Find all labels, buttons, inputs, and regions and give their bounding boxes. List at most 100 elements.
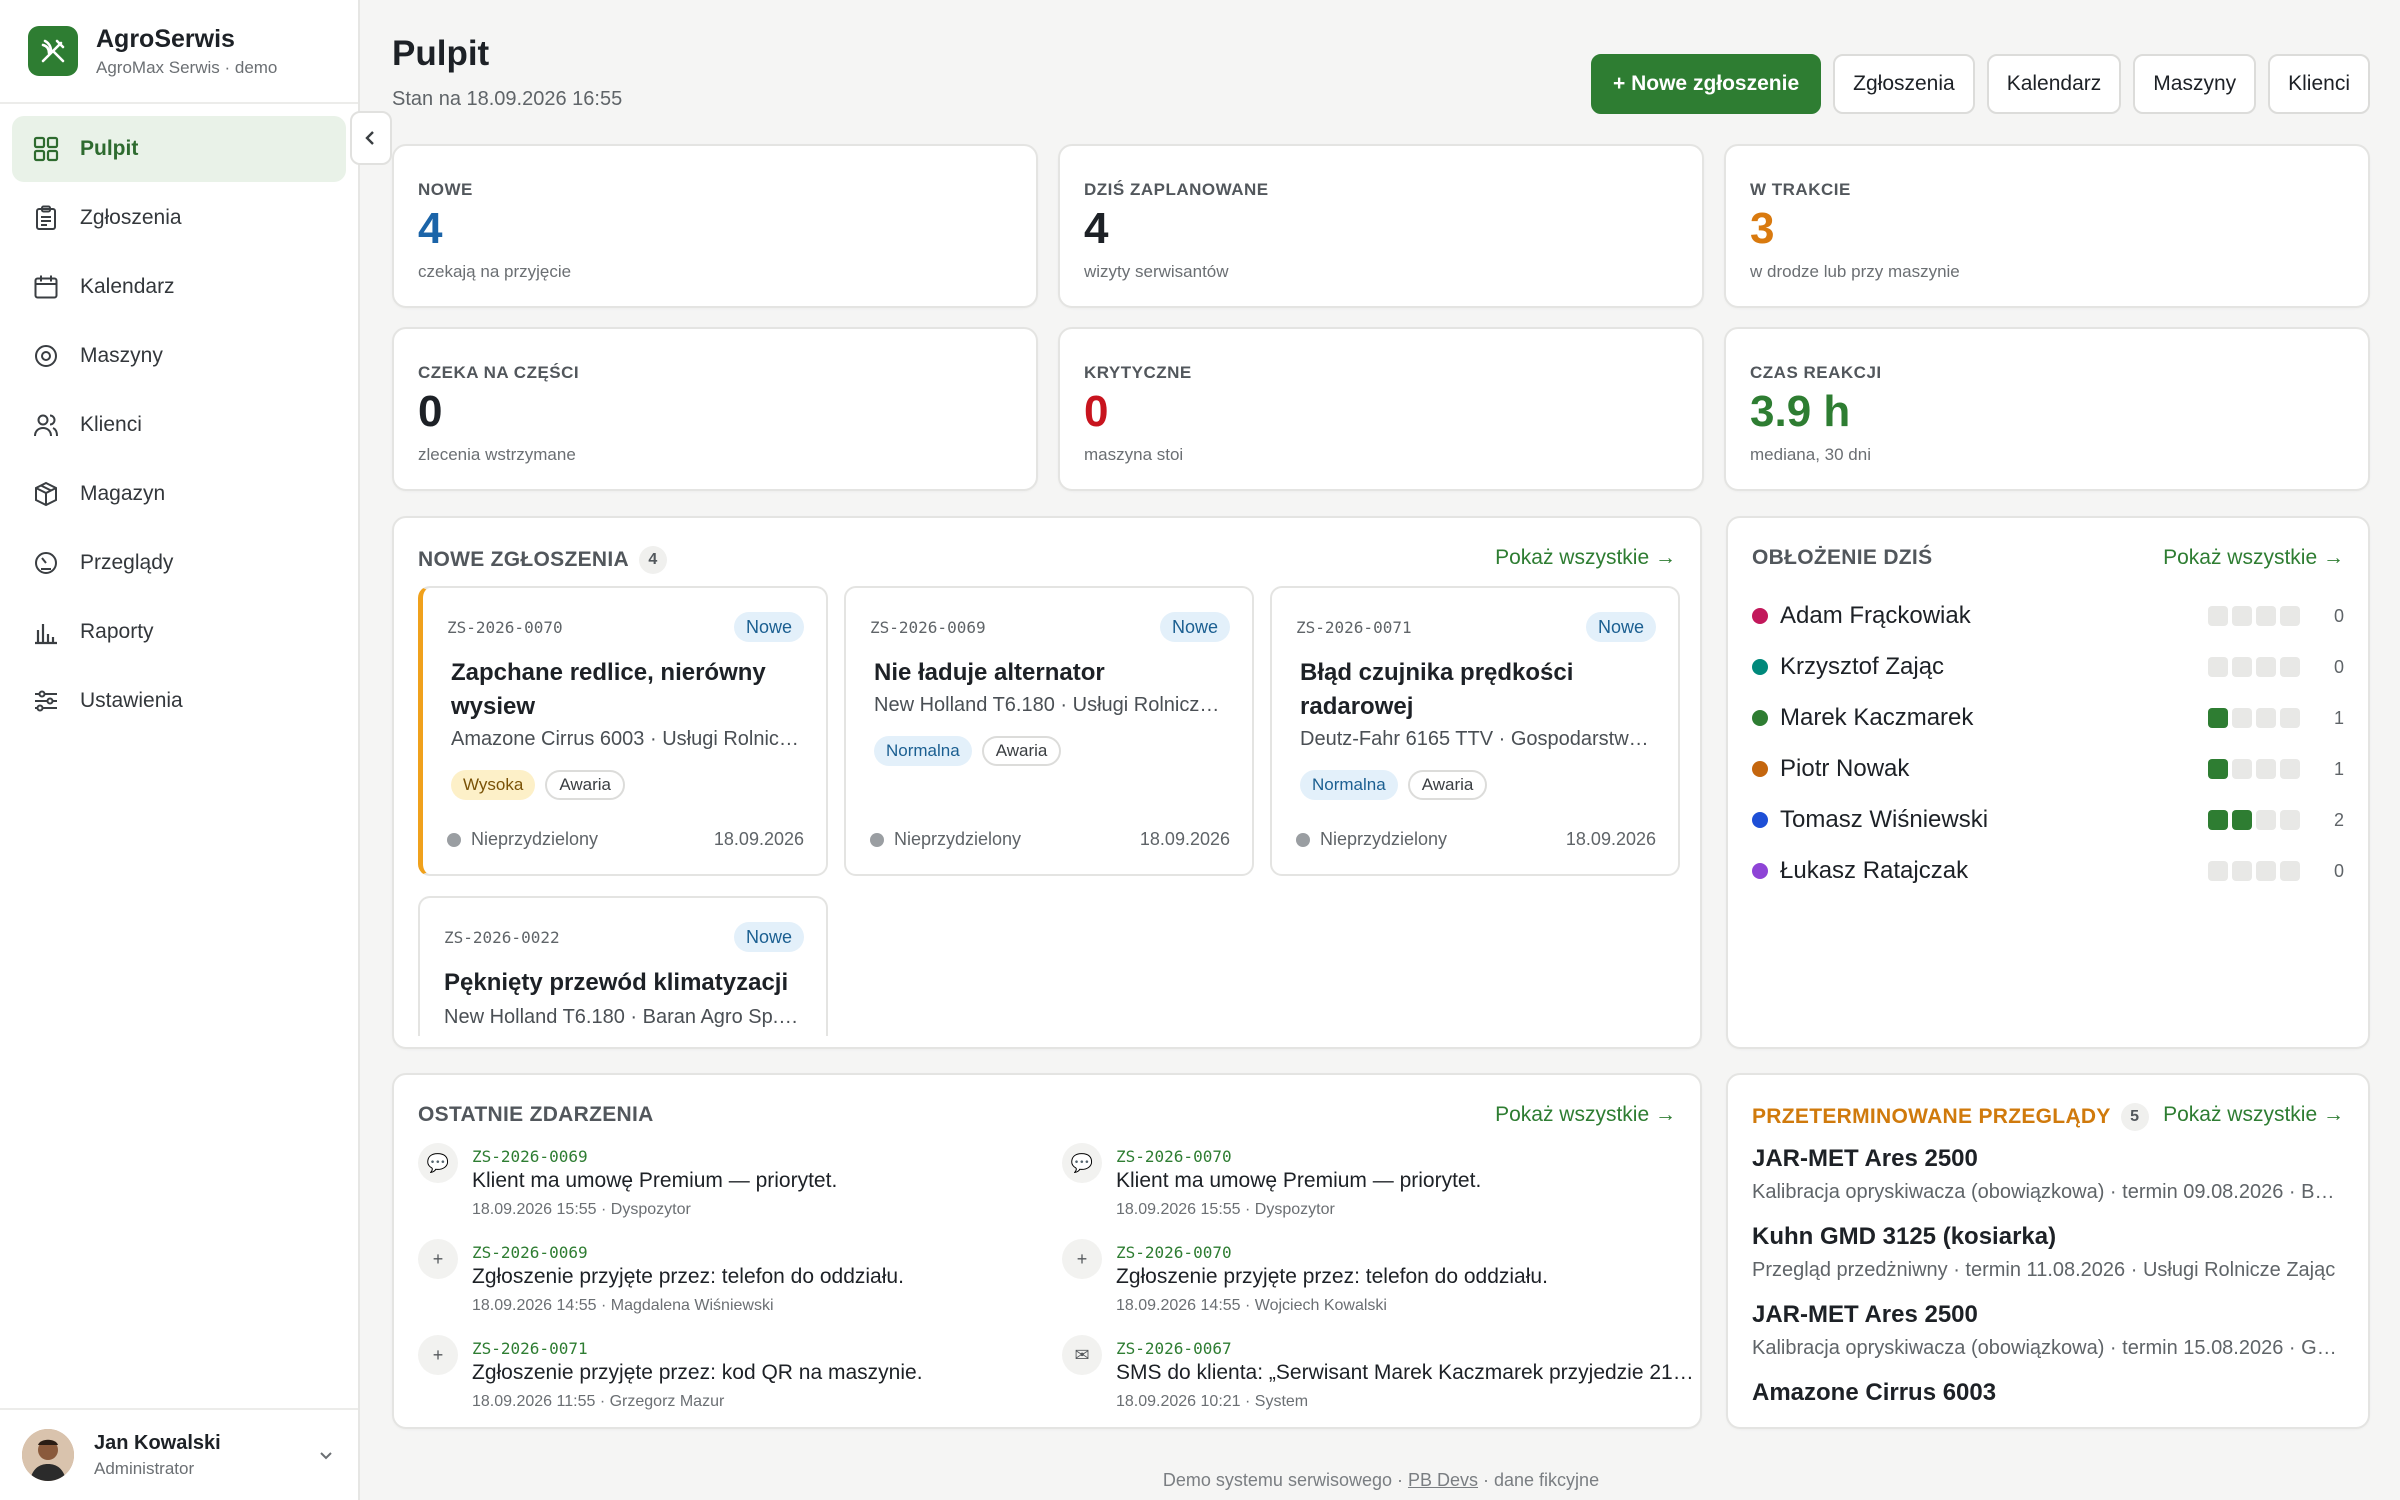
user-menu[interactable]: Jan Kowalski Administrator <box>0 1408 358 1500</box>
footer-suffix: · dane fikcyjne <box>1478 1470 1600 1490</box>
nav-item-maszyny[interactable]: Maszyny <box>12 323 346 389</box>
ticket-date: 18.09.2026 <box>1139 829 1230 849</box>
workload-slot <box>2208 759 2228 779</box>
show-all-link[interactable]: Pokaż wszystkie → <box>2163 1103 2344 1127</box>
stat-card-in-progress[interactable]: W TRAKCIE 3 w drodze lub przy maszynie <box>1724 144 2370 308</box>
header-actions: + Nowe zgłoszenie Zgłoszenia Kalendarz M… <box>1591 54 2370 114</box>
ticket-code: ZS-2026-0070 <box>447 618 563 637</box>
ticket-card[interactable]: ZS-2026-0070 Nowe Zapchane redlice, nier… <box>418 586 828 876</box>
stat-card-response-time[interactable]: CZAS REAKCJI 3.9 h mediana, 30 dni <box>1724 327 2370 491</box>
stat-card-today[interactable]: DZIŚ ZAPLANOWANE 4 wizyty serwisantów <box>1058 144 1704 308</box>
type-tag: Awaria <box>545 770 625 800</box>
nav-item-kalendarz[interactable]: Kalendarz <box>12 254 346 320</box>
nav-item-klienci[interactable]: Klienci <box>12 392 346 458</box>
stat-card-waiting-parts[interactable]: CZEKA NA CZĘŚCI 0 zlecenia wstrzymane <box>392 327 1038 491</box>
brand[interactable]: AgroSerwis AgroMax Serwis · demo <box>0 0 358 104</box>
section-title-text: NOWE ZGŁOSZENIA <box>418 548 629 571</box>
envelope-icon: ✉ <box>1062 1335 1102 1375</box>
ticket-card[interactable]: ZS-2026-0069 Nowe Nie ładuje alternator … <box>844 586 1254 876</box>
ticket-date: 18.09.2026 <box>713 829 804 849</box>
technician-count: 1 <box>2333 758 2344 779</box>
overdue-item[interactable]: JAR-MET Ares 2500 Kalibracja opryskiwacz… <box>1752 1145 2344 1204</box>
technician-row[interactable]: Krzysztof Zając 0 <box>1752 647 2344 687</box>
event-ticket-code[interactable]: ZS-2026-0069 <box>472 1243 588 1262</box>
technician-color-dot-icon <box>1752 710 1768 726</box>
chevron-down-icon[interactable] <box>316 1445 336 1465</box>
event-ticket-code[interactable]: ZS-2026-0069 <box>472 1147 588 1166</box>
nav-item-label: Kalendarz <box>80 275 175 298</box>
ticket-card[interactable]: ZS-2026-0071 Nowe Błąd czujnika prędkośc… <box>1270 586 1680 876</box>
technician-name: Adam Frąckowiak <box>1780 602 1971 629</box>
show-all-link[interactable]: Pokaż wszystkie → <box>2163 546 2344 570</box>
footer-link[interactable]: PB Devs <box>1408 1470 1478 1490</box>
technician-row[interactable]: Tomasz Wiśniewski 2 <box>1752 800 2344 840</box>
chart-icon <box>35 624 57 645</box>
technician-count: 2 <box>2333 809 2344 830</box>
overdue-item[interactable]: Amazone Cirrus 6003 <box>1752 1379 2344 1407</box>
tickets-button[interactable]: Zgłoszenia <box>1833 54 1975 114</box>
stat-card-critical[interactable]: KRYTYCZNE 0 maszyna stoi <box>1058 327 1704 491</box>
workload-slot <box>2256 810 2276 830</box>
event-item[interactable]: + ZS-2026-0070 Zgłoszenie przyjęte przez: … <box>1062 1239 1682 1329</box>
technician-row[interactable]: Piotr Nowak 1 <box>1752 749 2344 789</box>
new-ticket-button[interactable]: + Nowe zgłoszenie <box>1591 54 1822 114</box>
plus-icon: + <box>418 1335 458 1375</box>
overdue-item[interactable]: JAR-MET Ares 2500 Kalibracja opryskiwacz… <box>1752 1301 2344 1360</box>
ticket-card[interactable]: ZS-2026-0022 Nowe Pęknięty przewód klima… <box>418 896 828 1036</box>
nav-item-label: Magazyn <box>80 482 166 505</box>
sidebar-collapse-button[interactable] <box>350 111 392 165</box>
ticket-title: Zapchane redlice, nierówny wysiew <box>451 659 766 720</box>
workload-slot <box>2232 657 2252 677</box>
clients-button[interactable]: Klienci <box>2268 54 2370 114</box>
technician-row[interactable]: Marek Kaczmarek 1 <box>1752 698 2344 738</box>
nav-item-pulpit[interactable]: Pulpit <box>12 116 346 182</box>
workload-panel: OBŁOŻENIE DZIŚ Pokaż wszystkie → Adam Fr… <box>1726 516 2370 1049</box>
calendar-button[interactable]: Kalendarz <box>1986 54 2122 114</box>
event-ticket-code[interactable]: ZS-2026-0070 <box>1116 1147 1232 1166</box>
workload-slots <box>2208 861 2300 881</box>
ticket-title: Błąd czujnika prędkości radarowej <box>1300 659 1574 720</box>
event-item[interactable]: + ZS-2026-0071 Zgłoszenie przyjęte przez: … <box>418 1335 1038 1425</box>
workload-slot <box>2208 810 2228 830</box>
brand-logo-icon <box>28 26 78 76</box>
event-item[interactable]: ✉ ZS-2026-0067 SMS do klienta: „Serwisant … <box>1062 1335 1696 1425</box>
show-all-link[interactable]: Pokaż wszystkie → <box>1495 1103 1676 1127</box>
event-item[interactable]: + ZS-2026-0069 Zgłoszenie przyjęte przez: … <box>418 1239 1038 1329</box>
machines-button[interactable]: Maszyny <box>2133 54 2257 114</box>
nav-item-ustawienia[interactable]: Ustawienia <box>12 668 346 734</box>
nav-item-raporty[interactable]: Raporty <box>12 599 346 665</box>
event-ticket-code[interactable]: ZS-2026-0067 <box>1116 1339 1232 1358</box>
nav-item-label: Ustawienia <box>80 689 183 712</box>
workload-slot <box>2232 606 2252 626</box>
technician-count: 0 <box>2333 656 2344 677</box>
section-title: PRZETERMINOWANE PRZEGLĄDY 5 <box>1752 1103 2149 1131</box>
ticket-tags: Normalna Awaria <box>874 736 1062 766</box>
stat-hint: zlecenia wstrzymane <box>418 445 576 464</box>
footer-text: Demo systemu serwisowego · <box>1162 1470 1408 1490</box>
technician-color-dot-icon <box>1752 863 1768 879</box>
event-meta: 18.09.2026 11:55 · Grzegorz Mazur <box>472 1393 725 1410</box>
event-item[interactable]: 💬 ZS-2026-0069 Klient ma umowę Premium — p… <box>418 1143 1038 1233</box>
workload-slot <box>2256 606 2276 626</box>
nav-item-magazyn[interactable]: Magazyn <box>12 461 346 527</box>
nav-item-zgloszenia[interactable]: Zgłoszenia <box>12 185 346 251</box>
show-all-link[interactable]: Pokaż wszystkie → <box>1495 546 1676 570</box>
overdue-item[interactable]: Kuhn GMD 3125 (kosiarka) Przegląd przedż… <box>1752 1223 2344 1282</box>
technician-row[interactable]: Łukasz Ratajczak 0 <box>1752 851 2344 891</box>
ticket-date: 18.09.2026 <box>1565 829 1656 849</box>
technician-row[interactable]: Adam Frąckowiak 0 <box>1752 596 2344 636</box>
user-role: Administrator <box>94 1458 195 1478</box>
box-icon <box>35 481 57 507</box>
ticket-code: ZS-2026-0071 <box>1296 618 1412 637</box>
stat-card-new[interactable]: NOWE 4 czekają na przyjęcie <box>392 144 1038 308</box>
nav-item-przeglady[interactable]: Przeglądy <box>12 530 346 596</box>
overdue-detail: Przegląd przedżniwny · termin 11.08.2026… <box>1752 1259 2336 1281</box>
event-item[interactable]: 💬 ZS-2026-0070 Klient ma umowę Premium — p… <box>1062 1143 1682 1233</box>
event-ticket-code[interactable]: ZS-2026-0070 <box>1116 1243 1232 1262</box>
event-text: Klient ma umowę Premium — priorytet. <box>472 1169 838 1192</box>
status-badge: Nowe <box>1585 612 1656 642</box>
event-ticket-code[interactable]: ZS-2026-0071 <box>472 1339 588 1358</box>
unassigned-dot-icon <box>870 832 884 847</box>
stat-label: W TRAKCIE <box>1750 180 1851 199</box>
plus-icon: + <box>1062 1239 1102 1279</box>
